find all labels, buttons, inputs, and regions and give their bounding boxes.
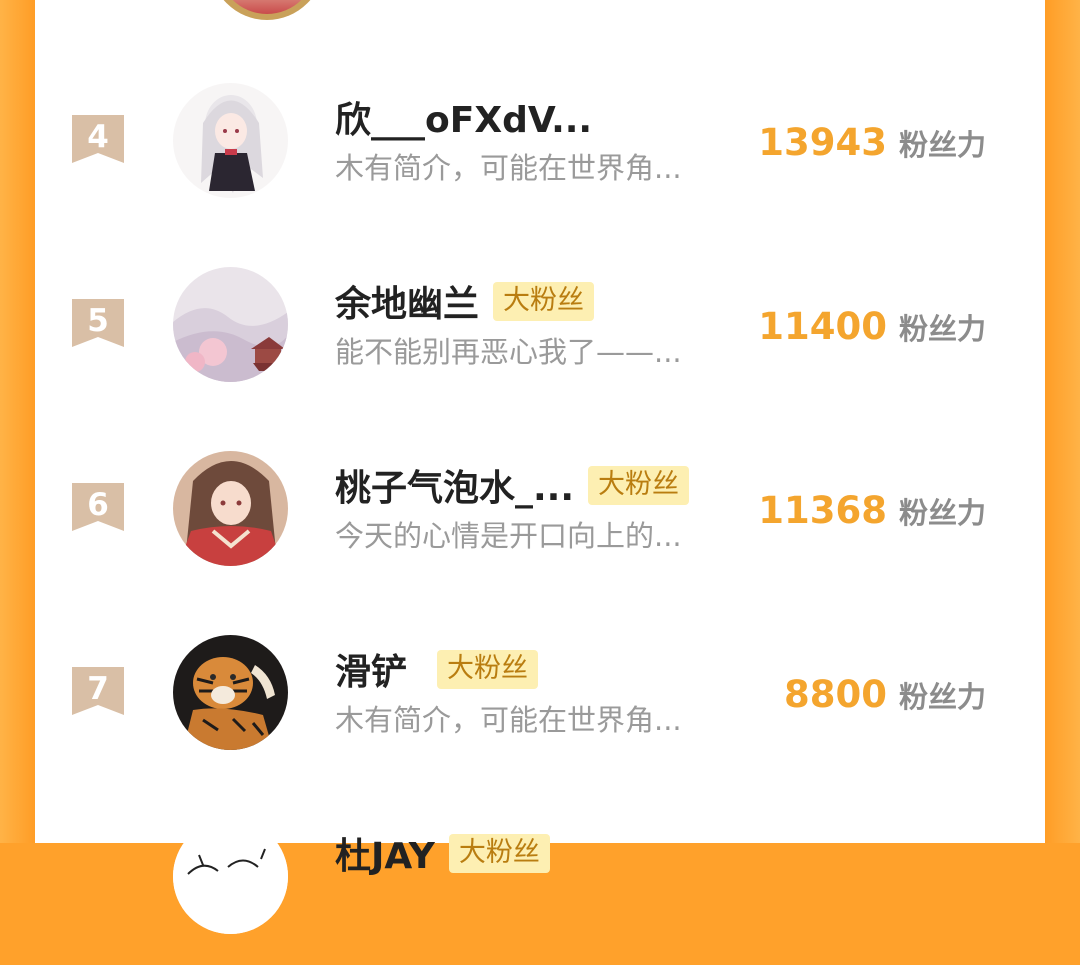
user-avatar[interactable]: [173, 83, 288, 198]
fan-score: 11400 粉丝力: [758, 305, 986, 348]
user-name[interactable]: 滑铲: [335, 643, 407, 695]
fan-score: 8800 粉丝力: [784, 673, 986, 716]
fan-score: 11368 粉丝力: [758, 489, 986, 532]
user-avatar[interactable]: [173, 451, 288, 566]
rank-ribbon: 7: [72, 667, 124, 715]
rank-number: 4: [87, 119, 109, 155]
rank-ribbon: 6: [72, 483, 124, 531]
user-bio: 能不能别再恶心我了——...: [335, 335, 682, 369]
fan-score: 13943 粉丝力: [758, 121, 986, 164]
ranking-row[interactable]: 6 桃子气泡水_... 大粉丝 今天的心情是开口向上的... 11368 粉丝力: [0, 413, 1080, 597]
fan-score-value: 13943: [758, 121, 887, 164]
user-name[interactable]: 杜JAY: [335, 827, 435, 879]
fan-score-unit: 粉丝力: [898, 312, 986, 346]
avatar-rank-3-partial[interactable]: [210, 0, 324, 20]
fan-score-value: 11368: [758, 489, 887, 532]
rank-number: 5: [87, 303, 109, 339]
user-name[interactable]: 桃子气泡水_...: [335, 459, 574, 511]
big-fan-badge: 大粉丝: [588, 465, 690, 505]
name-line: 滑铲 大粉丝: [335, 643, 539, 695]
name-line: 余地幽兰 大粉丝: [335, 275, 595, 327]
fan-score-value: 11400: [758, 305, 887, 348]
big-fan-badge: 大粉丝: [448, 833, 550, 873]
user-bio: 今天的心情是开口向上的...: [335, 519, 682, 553]
big-fan-badge: 大粉丝: [437, 649, 539, 689]
user-bio: 木有简介，可能在世界角...: [335, 151, 682, 185]
rank-ribbon: 5: [72, 299, 124, 347]
name-line: 欣___oFXdV...: [335, 93, 592, 141]
name-line: 桃子气泡水_... 大粉丝: [335, 459, 690, 511]
user-name[interactable]: 欣___oFXdV...: [335, 91, 592, 143]
user-avatar[interactable]: [173, 635, 288, 750]
user-avatar[interactable]: [173, 267, 288, 382]
ranking-row[interactable]: 4 欣___oFXdV... 木有简介，可能在世界角... 13943 粉丝力: [0, 45, 1080, 229]
ranking-row[interactable]: 杜JAY 大粉丝: [0, 781, 1080, 965]
ranking-row[interactable]: 7 滑铲 大粉丝 木有简介，可能在世界角... 8800 粉丝力: [0, 597, 1080, 781]
big-fan-badge: 大粉丝: [493, 281, 595, 321]
user-bio: 木有简介，可能在世界角...: [335, 703, 682, 737]
fan-score-value: 8800: [784, 673, 887, 716]
name-line: 杜JAY 大粉丝: [335, 829, 550, 877]
user-name[interactable]: 余地幽兰: [335, 275, 479, 327]
fan-score-unit: 粉丝力: [898, 128, 986, 162]
rank-number: 7: [87, 671, 109, 707]
rank-number: 6: [87, 487, 109, 523]
fan-score-unit: 粉丝力: [898, 496, 986, 530]
rank-ribbon: 4: [72, 115, 124, 163]
ranking-row[interactable]: 5 余地幽兰 大粉丝 能不能别再恶心我了——... 11400 粉丝力: [0, 229, 1080, 413]
user-avatar[interactable]: [173, 819, 288, 934]
fan-score-unit: 粉丝力: [898, 680, 986, 714]
